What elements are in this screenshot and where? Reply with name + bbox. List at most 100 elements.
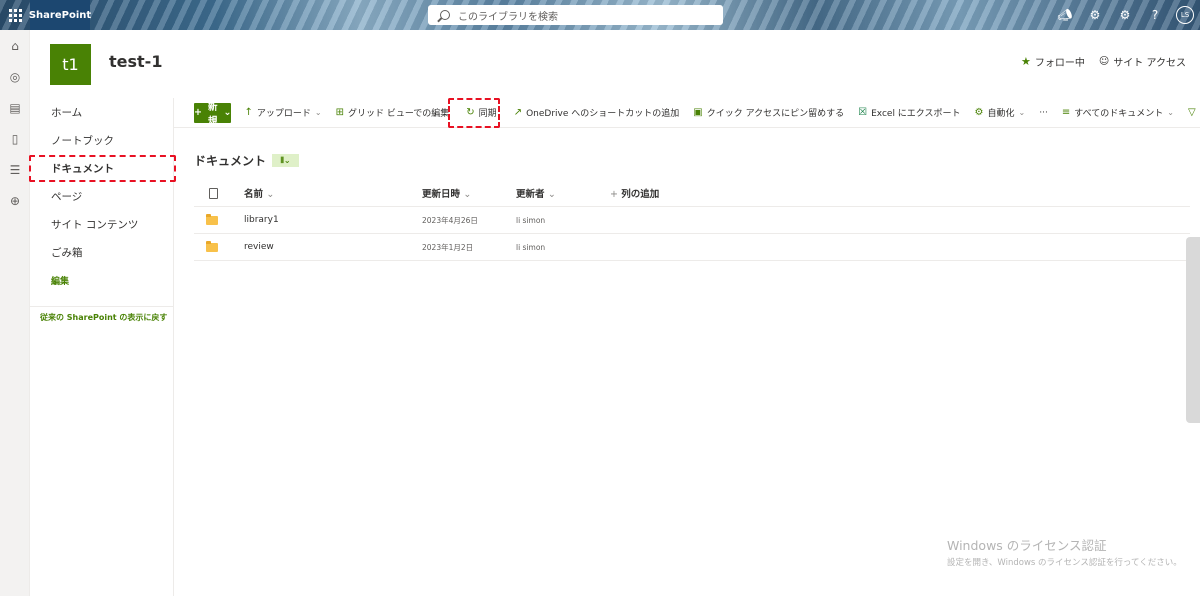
row-modified: 2023年1月2日 xyxy=(422,242,474,252)
people-settings-icon: ☺ xyxy=(1098,56,1110,67)
column-modified-by-label: 更新者 xyxy=(516,189,545,200)
chevron-down-icon: ⌄ xyxy=(266,189,275,200)
upload-button[interactable]: ↑ アップロード ⌄ xyxy=(237,98,328,128)
excel-export-label: Excel にエクスポート xyxy=(871,109,961,119)
shortcut-icon: ↗ xyxy=(513,107,523,118)
star-icon: ★ xyxy=(1021,55,1031,68)
document-table: 名前 ⌄ 更新日時 ⌄ 更新者 ⌄ + 列の追加 library1 2023年4… xyxy=(194,180,1190,261)
follow-label: フォロー中 xyxy=(1034,58,1085,69)
document-icon xyxy=(209,187,218,199)
library-view-switch[interactable]: ⫴⌄ xyxy=(272,154,300,167)
gear-icon[interactable]: ⚙︎ xyxy=(1110,0,1140,30)
nav-item-notebook[interactable]: ノートブック xyxy=(30,126,173,154)
chevron-down-icon: ⌄ xyxy=(547,189,556,200)
nav-item-home[interactable]: ホーム xyxy=(30,98,173,126)
grid-edit-button[interactable]: ⊞ グリッド ビューでの編集 xyxy=(329,98,457,128)
column-header-modified-by[interactable]: 更新者 ⌄ xyxy=(516,186,610,200)
side-toolbar-widget[interactable] xyxy=(1186,237,1200,423)
grid-edit-label: グリッド ビューでの編集 xyxy=(347,109,450,119)
folder-icon xyxy=(206,213,218,225)
more-button[interactable]: ··· xyxy=(1032,98,1055,128)
search-placeholder: このライブラリを検索 xyxy=(458,11,558,23)
site-access-label: サイト アクセス xyxy=(1113,58,1186,69)
follow-button[interactable]: ★ フォロー中 xyxy=(1021,54,1085,69)
add-circle-icon[interactable]: ⊕ xyxy=(0,185,30,216)
highlight-sync xyxy=(448,98,500,128)
pin-quick-access-label: クイック アクセスにピン留めする xyxy=(706,109,845,119)
view-selector[interactable]: ≡ すべてのドキュメント ⌄ xyxy=(1055,98,1181,128)
folder-icon xyxy=(206,240,218,252)
site-actions: ★ フォロー中 ☺ サイト アクセス xyxy=(1021,54,1186,69)
nav-edit-link[interactable]: 編集 xyxy=(30,266,173,294)
classic-view-link[interactable]: 従来の SharePoint の表示に戻す xyxy=(30,312,173,323)
windows-activation-watermark: Windows のライセンス認証 設定を開き、Windows のライセンス認証を… xyxy=(947,535,1182,568)
app-launcher-icon[interactable] xyxy=(0,0,30,30)
row-modified: 2023年4月26日 xyxy=(422,215,478,225)
chevron-down-icon: ⌄ xyxy=(1167,108,1174,117)
grid-icon: ⊞ xyxy=(335,107,344,118)
chevron-down-icon: ⌄ xyxy=(463,189,472,200)
filter-button[interactable]: ▽ xyxy=(1181,98,1200,128)
row-modified-by[interactable]: li simon xyxy=(516,243,610,252)
pin-icon: ▣ xyxy=(693,107,703,118)
more-icon: ··· xyxy=(1039,107,1048,118)
command-bar: + 新規 ⌄ ↑ アップロード ⌄ ⊞ グリッド ビューでの編集 ↻ 同期 ↗ … xyxy=(174,98,1200,128)
automate-label: 自動化 xyxy=(987,109,1015,119)
upload-icon: ↑ xyxy=(244,107,253,118)
file-type-header[interactable] xyxy=(194,187,232,199)
chevron-down-icon: ⌄ xyxy=(314,108,322,117)
upload-label: アップロード xyxy=(256,109,311,119)
list-icon[interactable]: ☰ xyxy=(0,154,30,185)
column-header-name[interactable]: 名前 ⌄ xyxy=(232,186,422,200)
app-rail: ⌂ ◎ ▤ ▯ ☰ ⊕ xyxy=(0,30,30,596)
row-name[interactable]: review xyxy=(232,242,422,252)
megaphone-icon[interactable]: 📣︎ xyxy=(1050,0,1080,30)
home-icon[interactable]: ⌂ xyxy=(0,30,30,61)
row-name[interactable]: library1 xyxy=(232,215,422,225)
row-modified-by[interactable]: li simon xyxy=(516,216,610,225)
filter-icon: ▽ xyxy=(1187,107,1196,118)
site-title[interactable]: test-1 xyxy=(109,52,162,71)
watermark-title: Windows のライセンス認証 xyxy=(947,538,1107,553)
search-icon xyxy=(440,10,450,20)
excel-export-button[interactable]: ☒ Excel にエクスポート xyxy=(851,98,967,128)
column-header-modified[interactable]: 更新日時 ⌄ xyxy=(422,186,516,200)
automate-button[interactable]: ⚙ 自動化 ⌄ xyxy=(968,98,1033,128)
sharepoint-brand-link[interactable]: SharePoint xyxy=(29,0,91,30)
suite-actions: 📣︎ ⚙︎ ⚙︎ ? LS xyxy=(1050,0,1200,30)
site-logo[interactable]: t1 xyxy=(50,44,91,85)
table-row[interactable]: review 2023年1月2日 li simon xyxy=(194,234,1190,261)
chevron-down-icon: ⌄ xyxy=(1018,108,1026,117)
add-column-button[interactable]: + 列の追加 xyxy=(610,186,730,200)
onedrive-shortcut-button[interactable]: ↗ OneDrive へのショートカットの追加 xyxy=(507,98,687,128)
avatar[interactable]: LS xyxy=(1176,6,1194,24)
help-icon[interactable]: ? xyxy=(1140,0,1170,30)
search-box[interactable]: このライブラリを検索 xyxy=(428,5,723,25)
view-list-icon: ≡ xyxy=(1061,107,1071,118)
nav-divider xyxy=(30,306,173,307)
nav-item-recycle-bin[interactable]: ごみ箱 xyxy=(30,238,173,266)
table-row[interactable]: library1 2023年4月26日 li simon xyxy=(194,207,1190,234)
chevron-down-icon: ⌄ xyxy=(223,107,232,118)
news-icon[interactable]: ▤ xyxy=(0,92,30,123)
nav-item-site-contents[interactable]: サイト コンテンツ xyxy=(30,210,173,238)
highlight-documents xyxy=(29,155,176,182)
file-icon[interactable]: ▯ xyxy=(0,123,30,154)
automate-icon: ⚙ xyxy=(974,107,984,118)
excel-icon: ☒ xyxy=(858,107,868,118)
row-icon-cell xyxy=(194,213,232,225)
suite-bar: SharePoint このライブラリを検索 📣︎ ⚙︎ ⚙︎ ? LS xyxy=(0,0,1200,30)
new-label: 新規 xyxy=(207,101,218,127)
new-button[interactable]: + 新規 ⌄ xyxy=(194,102,232,127)
nav-item-pages[interactable]: ページ xyxy=(30,182,173,210)
globe-icon[interactable]: ◎ xyxy=(0,61,30,92)
add-column-label: 列の追加 xyxy=(621,189,660,200)
share-icon[interactable]: ⚙︎ xyxy=(1080,0,1110,30)
plus-icon: + xyxy=(194,107,202,118)
watermark-subtitle: 設定を開き、Windows のライセンス認証を行ってください。 xyxy=(947,558,1182,568)
site-access-button[interactable]: ☺ サイト アクセス xyxy=(1099,54,1186,69)
pin-quick-access-button[interactable]: ▣ クイック アクセスにピン留めする xyxy=(686,98,851,128)
onedrive-shortcut-label: OneDrive へのショートカットの追加 xyxy=(526,109,680,119)
row-icon-cell xyxy=(194,240,232,252)
plus-icon: + xyxy=(610,189,618,200)
